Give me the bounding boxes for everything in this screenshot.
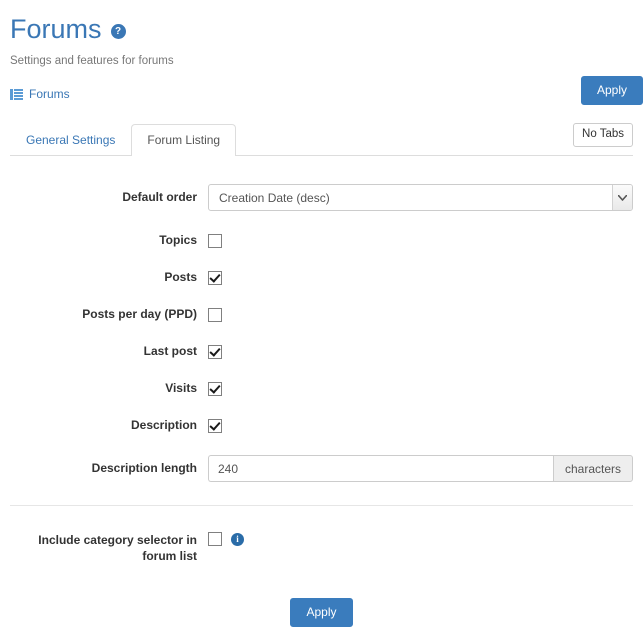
- list-icon: [10, 89, 23, 100]
- section-divider: [10, 505, 633, 506]
- checkbox-description[interactable]: [208, 419, 222, 433]
- tab-strip: General Settings Forum Listing: [10, 123, 633, 156]
- control-default-order: Creation Date (desc): [208, 184, 633, 211]
- label-default-order: Default order: [10, 190, 208, 205]
- help-circle-icon[interactable]: ?: [111, 24, 126, 39]
- checkbox-topics[interactable]: [208, 234, 222, 248]
- settings-form: Default order Creation Date (desc) Topic…: [0, 184, 643, 627]
- description-length-group: characters: [208, 455, 633, 482]
- checkbox-posts-per-day[interactable]: [208, 308, 222, 322]
- breadcrumb-item-forums[interactable]: Forums: [10, 87, 70, 101]
- form-row-visits: Visits: [10, 381, 633, 396]
- description-length-addon: characters: [553, 455, 633, 482]
- page-title: Forums: [10, 14, 102, 44]
- control-posts-per-day: [208, 308, 633, 322]
- checkbox-category-selector[interactable]: [208, 532, 222, 546]
- form-row-description-length: Description length characters: [10, 455, 633, 482]
- default-order-value: Creation Date (desc): [209, 191, 612, 205]
- breadcrumb: Forums Apply: [0, 81, 643, 107]
- title-row: Forums ?: [10, 14, 633, 44]
- form-row-description: Description: [10, 418, 633, 433]
- apply-bottom-button[interactable]: Apply: [290, 598, 352, 627]
- default-order-select[interactable]: Creation Date (desc): [208, 184, 633, 211]
- chevron-down-icon[interactable]: [612, 185, 632, 210]
- control-topics: [208, 234, 633, 248]
- label-visits: Visits: [10, 381, 208, 396]
- checkbox-posts[interactable]: [208, 271, 222, 285]
- control-category-selector: i: [208, 532, 633, 546]
- tabs-container: General Settings Forum Listing No Tabs: [0, 123, 643, 156]
- control-posts: [208, 271, 633, 285]
- form-row-topics: Topics: [10, 233, 633, 248]
- tab-forum-listing[interactable]: Forum Listing: [131, 124, 236, 156]
- footer-actions: Apply: [10, 598, 633, 627]
- form-row-default-order: Default order Creation Date (desc): [10, 184, 633, 211]
- label-posts: Posts: [10, 270, 208, 285]
- control-visits: [208, 382, 633, 396]
- label-category-selector-line2: forum list: [10, 548, 197, 564]
- info-circle-icon[interactable]: i: [231, 533, 244, 546]
- form-row-posts: Posts: [10, 270, 633, 285]
- page-subtitle: Settings and features for forums: [10, 55, 633, 67]
- apply-top-button[interactable]: Apply: [581, 76, 643, 105]
- tab-general-settings[interactable]: General Settings: [10, 124, 131, 156]
- control-description-length: characters: [208, 455, 633, 482]
- apply-top-container: Apply: [581, 76, 643, 105]
- checkbox-visits[interactable]: [208, 382, 222, 396]
- label-category-selector: Include category selector in forum list: [10, 532, 208, 564]
- label-last-post: Last post: [10, 344, 208, 359]
- description-length-input[interactable]: [208, 455, 553, 482]
- form-row-last-post: Last post: [10, 344, 633, 359]
- label-description-length: Description length: [10, 461, 208, 476]
- label-category-selector-line1: Include category selector in: [10, 532, 197, 548]
- label-posts-per-day: Posts per day (PPD): [10, 307, 208, 322]
- form-row-posts-per-day: Posts per day (PPD): [10, 307, 633, 322]
- breadcrumb-label: Forums: [29, 87, 70, 101]
- control-last-post: [208, 345, 633, 359]
- control-description: [208, 419, 633, 433]
- page-header: Forums ? Settings and features for forum…: [0, 0, 643, 67]
- form-row-category-selector: Include category selector in forum list …: [10, 532, 633, 564]
- label-topics: Topics: [10, 233, 208, 248]
- label-description: Description: [10, 418, 208, 433]
- checkbox-last-post[interactable]: [208, 345, 222, 359]
